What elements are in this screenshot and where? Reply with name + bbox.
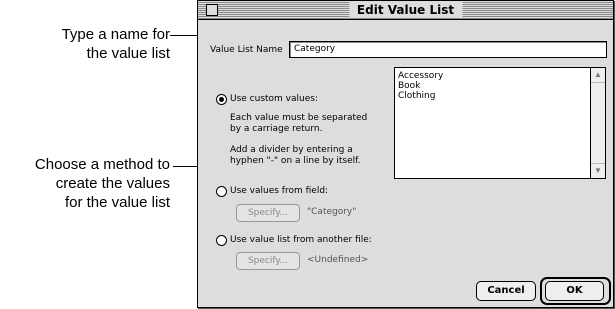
values-list: Accessory Book Clothing: [398, 71, 443, 101]
callout-method-line3: for the value list: [64, 194, 170, 211]
list-item: Book: [398, 81, 421, 91]
value-list-name-input[interactable]: Category: [289, 41, 607, 58]
radio-custom-values[interactable]: [216, 94, 227, 105]
custom-help-line2: by a carriage return.: [230, 124, 323, 134]
cancel-button[interactable]: Cancel: [476, 281, 536, 301]
value-list-from-file-label[interactable]: Use value list from another file:: [230, 235, 372, 246]
radio-value-list-from-file[interactable]: [216, 235, 227, 246]
title-bar[interactable]: Edit Value List: [198, 1, 613, 20]
close-box-icon[interactable]: [206, 4, 218, 16]
custom-help-line4: hyphen "-" on a line by itself.: [230, 156, 361, 166]
dialog-title: Edit Value List: [348, 2, 463, 18]
callout-method-line2: create the values: [55, 175, 170, 192]
custom-help-line1: Each value must be separated: [230, 113, 368, 123]
list-item: Accessory: [398, 71, 444, 81]
value-list-name-label: Value List Name: [210, 45, 283, 55]
custom-values-textarea[interactable]: Accessory Book Clothing ▲ ▼: [394, 67, 606, 179]
callout-name-line2: the value list: [86, 45, 170, 62]
callout-name-line1: Type a name for: [61, 26, 170, 43]
vertical-scrollbar[interactable]: ▲ ▼: [590, 68, 605, 178]
radio-values-from-field[interactable]: [216, 186, 227, 197]
callout-method: Choose a method to create the values for…: [6, 155, 170, 212]
field-value: "Category": [307, 207, 357, 217]
list-item: Clothing: [398, 91, 436, 101]
ok-button[interactable]: OK: [545, 281, 604, 301]
custom-help-line3: Add a divider by entering a: [230, 145, 353, 155]
scroll-up-arrow-icon[interactable]: ▲: [591, 68, 605, 83]
edit-value-list-dialog: Edit Value List Value List Name Category…: [197, 0, 614, 308]
callout-method-line1: Choose a method to: [34, 156, 170, 173]
file-value: <Undefined>: [307, 255, 369, 265]
values-from-field-label[interactable]: Use values from field:: [230, 186, 328, 197]
custom-values-label[interactable]: Use custom values:: [230, 94, 318, 105]
specify-file-button[interactable]: Specify...: [236, 252, 300, 270]
specify-field-button[interactable]: Specify...: [236, 204, 300, 222]
scroll-down-arrow-icon[interactable]: ▼: [591, 163, 605, 178]
callout-name: Type a name for the value list: [6, 25, 170, 63]
